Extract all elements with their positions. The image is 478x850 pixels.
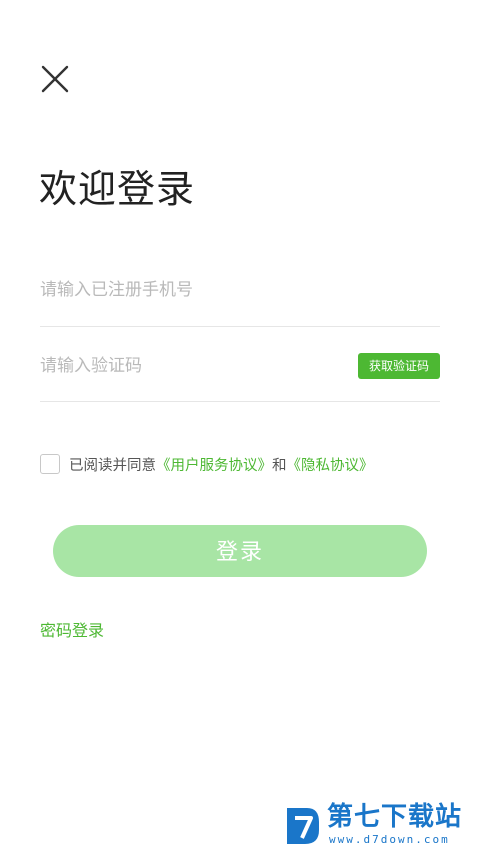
password-login-link[interactable]: 密码登录 bbox=[40, 617, 104, 641]
watermark: 第七下载站 www.d7down.com bbox=[283, 800, 473, 850]
code-field-row: 获取验证码 bbox=[40, 346, 440, 402]
watermark-title: 第七下载站 bbox=[327, 802, 463, 832]
watermark-url: www.d7down.com bbox=[329, 833, 450, 846]
get-code-button[interactable]: 获取验证码 bbox=[358, 353, 440, 379]
phone-field-row bbox=[40, 270, 440, 327]
close-icon bbox=[41, 65, 69, 93]
privacy-agreement-link[interactable]: 《隐私协议》 bbox=[287, 454, 374, 475]
watermark-logo-icon bbox=[287, 808, 319, 844]
agreement-checkbox[interactable] bbox=[40, 454, 60, 474]
agreement-row: 已阅读并同意 《用户服务协议》 和 《隐私协议》 bbox=[40, 452, 374, 476]
verification-code-input[interactable] bbox=[40, 346, 290, 386]
agreement-conjunction: 和 bbox=[272, 457, 287, 474]
user-agreement-link[interactable]: 《用户服务协议》 bbox=[156, 454, 272, 475]
phone-input[interactable] bbox=[40, 270, 340, 310]
close-button[interactable] bbox=[38, 62, 72, 96]
page-title: 欢迎登录 bbox=[39, 167, 196, 211]
login-button[interactable]: 登录 bbox=[53, 525, 427, 577]
agreement-prefix: 已阅读并同意 bbox=[69, 457, 156, 474]
